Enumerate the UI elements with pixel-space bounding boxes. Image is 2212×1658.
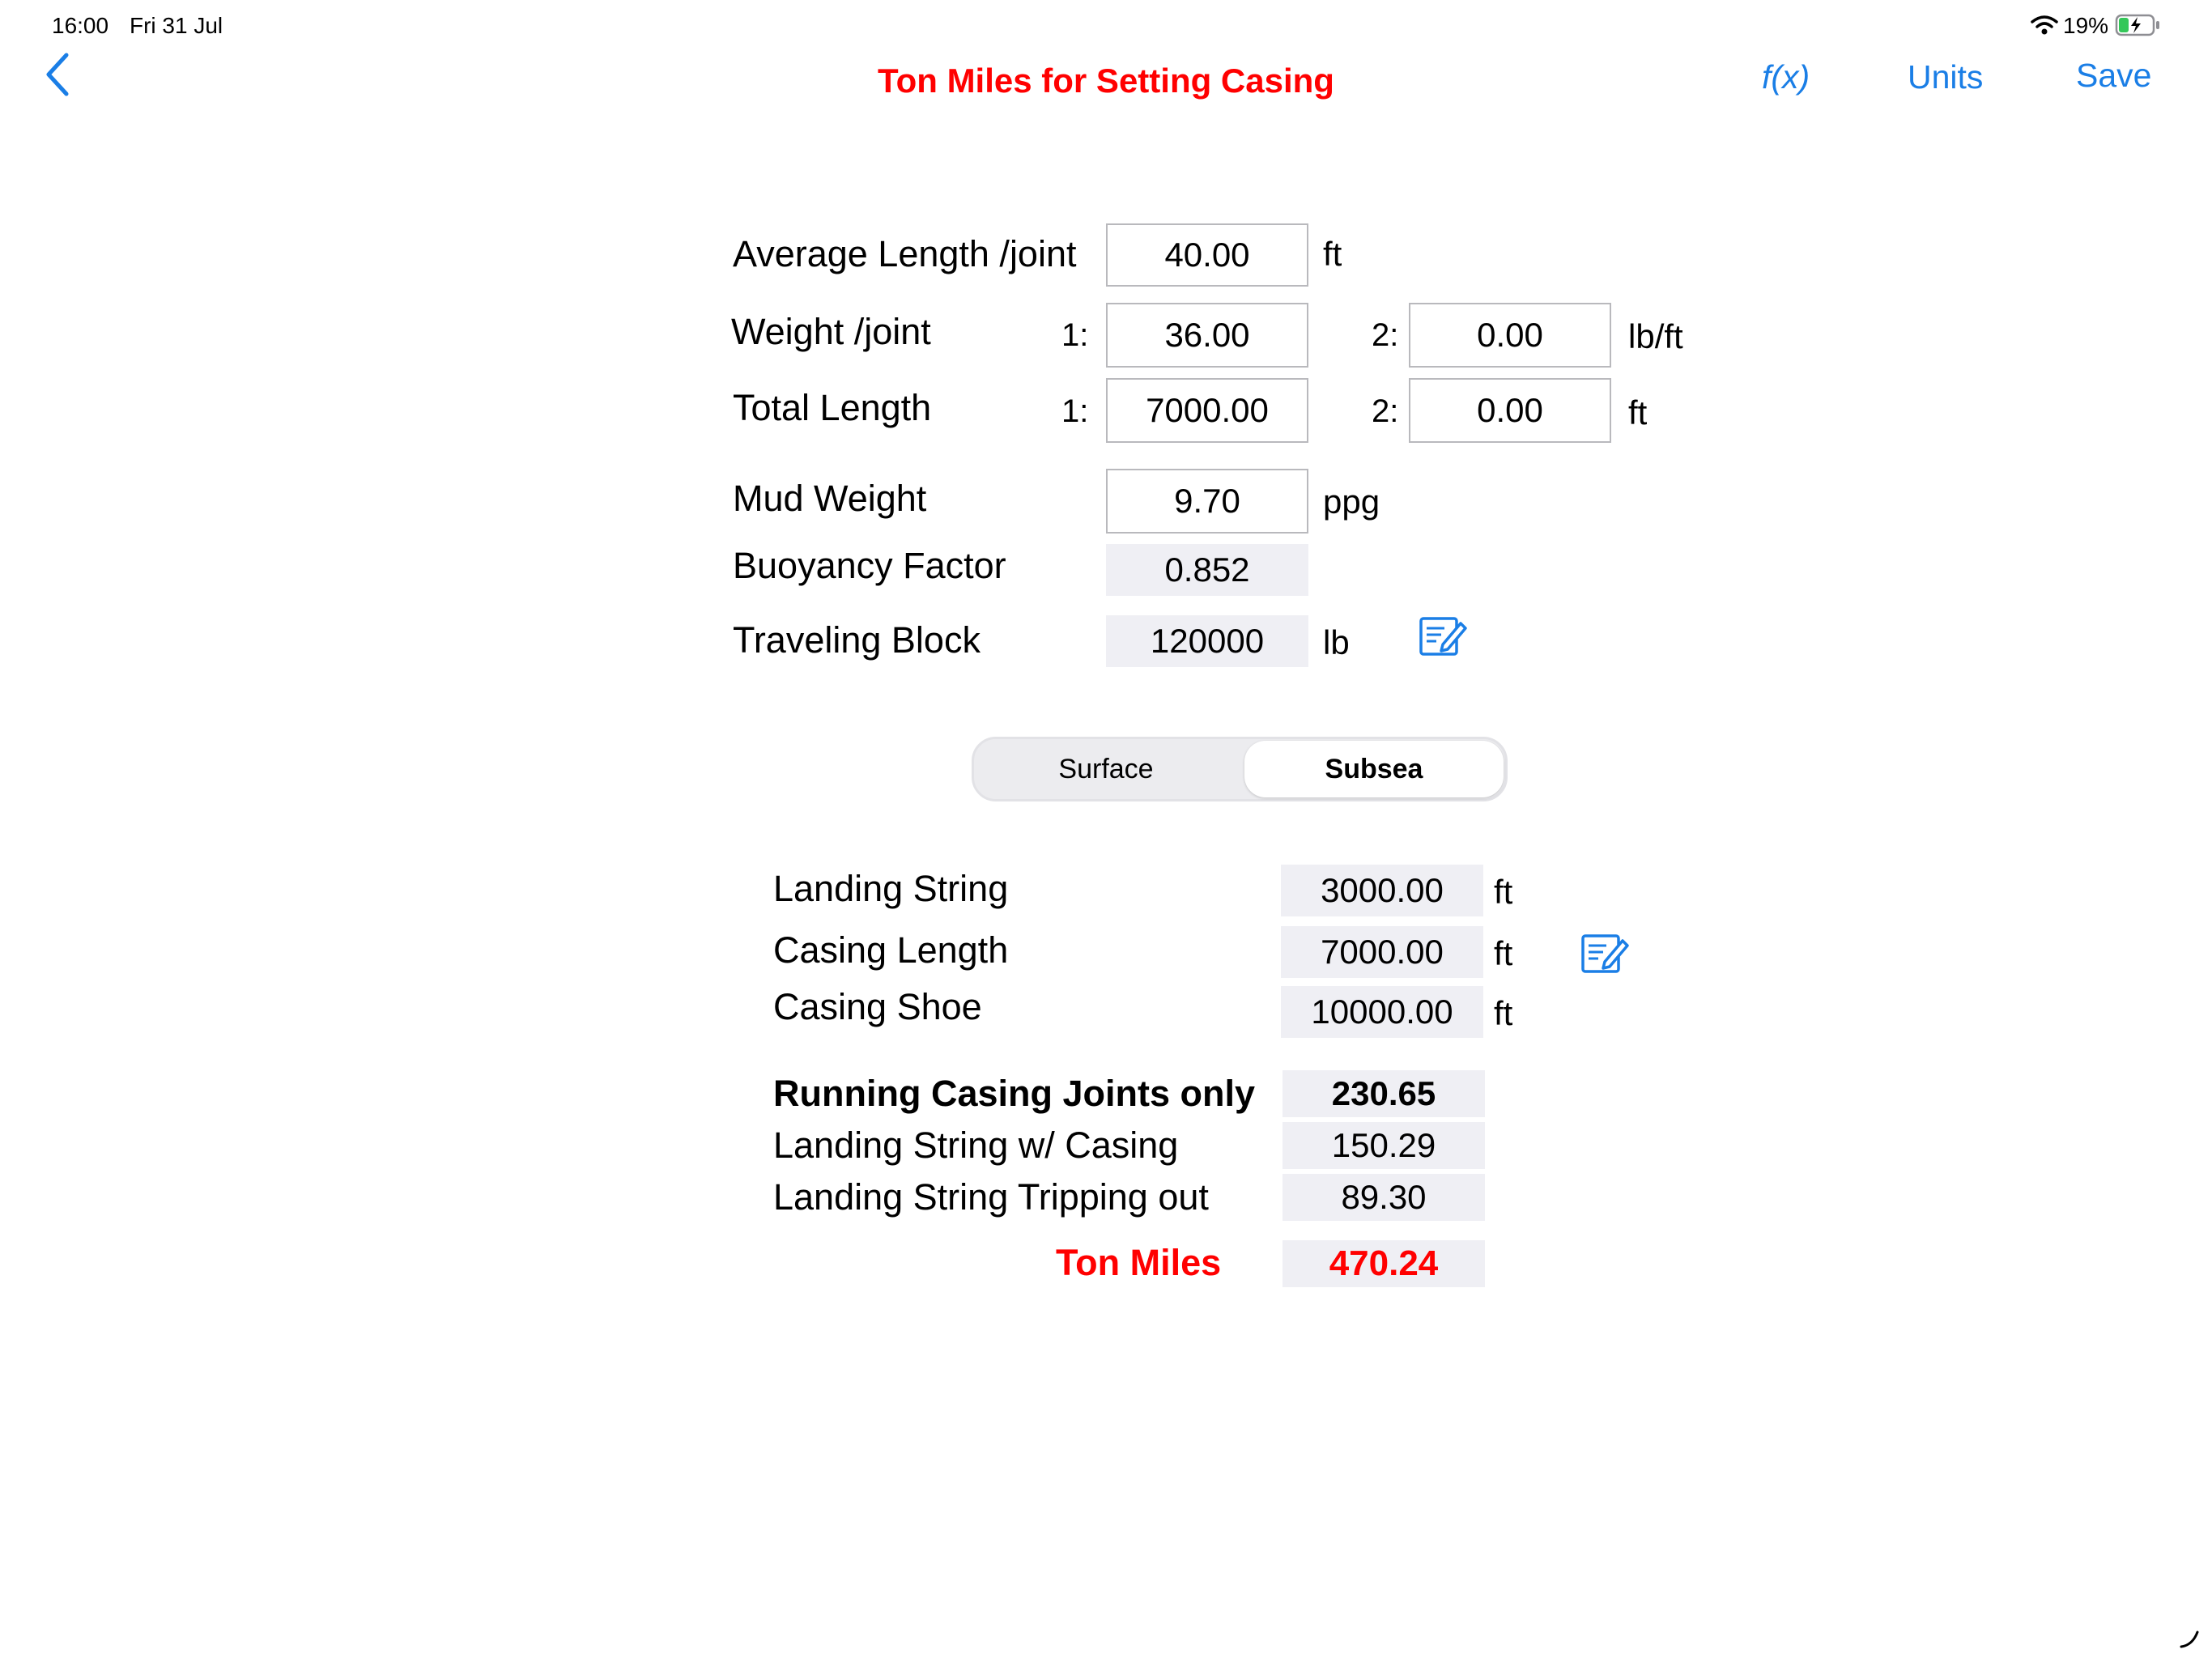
ton-miles-value: 470.24 [1283, 1240, 1485, 1287]
page-title: Ton Miles for Setting Casing [878, 62, 1334, 100]
weight-2-input[interactable]: 0.00 [1409, 303, 1611, 368]
traveling-block-value: 120000 [1106, 615, 1308, 667]
total-length-label: Total Length [733, 387, 932, 428]
units-button[interactable]: Units [1908, 58, 1983, 96]
edit-note-icon [1419, 617, 1467, 656]
weight-unit: lb/ft [1628, 317, 1683, 355]
traveling-block-edit-button[interactable] [1419, 612, 1469, 659]
casing-shoe-value: 10000.00 [1281, 986, 1483, 1038]
running-casing-value: 230.65 [1283, 1070, 1485, 1117]
wifi-icon [2031, 15, 2058, 36]
total-length-1-input[interactable]: 7000.00 [1106, 378, 1308, 443]
mud-weight-input[interactable]: 9.70 [1106, 469, 1308, 534]
edit-note-icon [1581, 934, 1629, 973]
segment-surface[interactable]: Surface [976, 741, 1236, 797]
avg-length-input[interactable]: 40.00 [1106, 223, 1308, 287]
mud-weight-label: Mud Weight [733, 478, 927, 519]
weight-label: Weight /joint [731, 311, 931, 352]
total-length-unit: ft [1628, 393, 1648, 432]
buoyancy-label: Buoyancy Factor [733, 545, 1006, 586]
status-date: Fri 31 Jul [130, 13, 223, 38]
landing-with-casing-value: 150.29 [1283, 1122, 1485, 1169]
segment-subsea[interactable]: Subsea [1244, 741, 1504, 797]
casing-length-label: Casing Length [773, 929, 1009, 971]
avg-length-unit: ft [1323, 235, 1342, 273]
total-length-index-2: 2: [1372, 393, 1399, 429]
weight-index-1: 1: [1061, 317, 1089, 353]
casing-shoe-unit: ft [1494, 994, 1513, 1032]
traveling-block-unit: lb [1323, 623, 1350, 661]
buoyancy-value: 0.852 [1106, 544, 1308, 596]
total-length-2-input[interactable]: 0.00 [1409, 378, 1611, 443]
weight-1-input[interactable]: 36.00 [1106, 303, 1308, 368]
landing-string-value: 3000.00 [1281, 865, 1483, 916]
battery-percent: 19% [2063, 13, 2109, 38]
avg-length-label: Average Length /joint [733, 233, 1077, 274]
traveling-block-label: Traveling Block [733, 619, 981, 661]
total-length-index-1: 1: [1061, 393, 1089, 429]
landing-with-casing-label: Landing String w/ Casing [773, 1124, 1179, 1166]
battery-charging-icon [2115, 13, 2162, 37]
save-button[interactable]: Save [2076, 57, 2151, 95]
casing-length-unit: ft [1494, 934, 1513, 972]
landing-tripping-out-value: 89.30 [1283, 1174, 1485, 1221]
casing-length-edit-button[interactable] [1580, 929, 1631, 976]
fx-button[interactable]: f(x) [1762, 58, 1810, 96]
status-time: 16:00 [52, 13, 109, 38]
corner-indicator-icon [2178, 1626, 2202, 1650]
landing-tripping-out-label: Landing String Tripping out [773, 1176, 1209, 1218]
landing-string-unit: ft [1494, 873, 1513, 911]
mud-weight-unit: ppg [1323, 483, 1380, 521]
casing-length-value: 7000.00 [1281, 926, 1483, 978]
weight-index-2: 2: [1372, 317, 1399, 353]
casing-shoe-label: Casing Shoe [773, 986, 982, 1027]
running-casing-label: Running Casing Joints only [773, 1073, 1255, 1114]
ton-miles-label: Ton Miles [1056, 1242, 1222, 1283]
landing-string-label: Landing String [773, 868, 1009, 909]
